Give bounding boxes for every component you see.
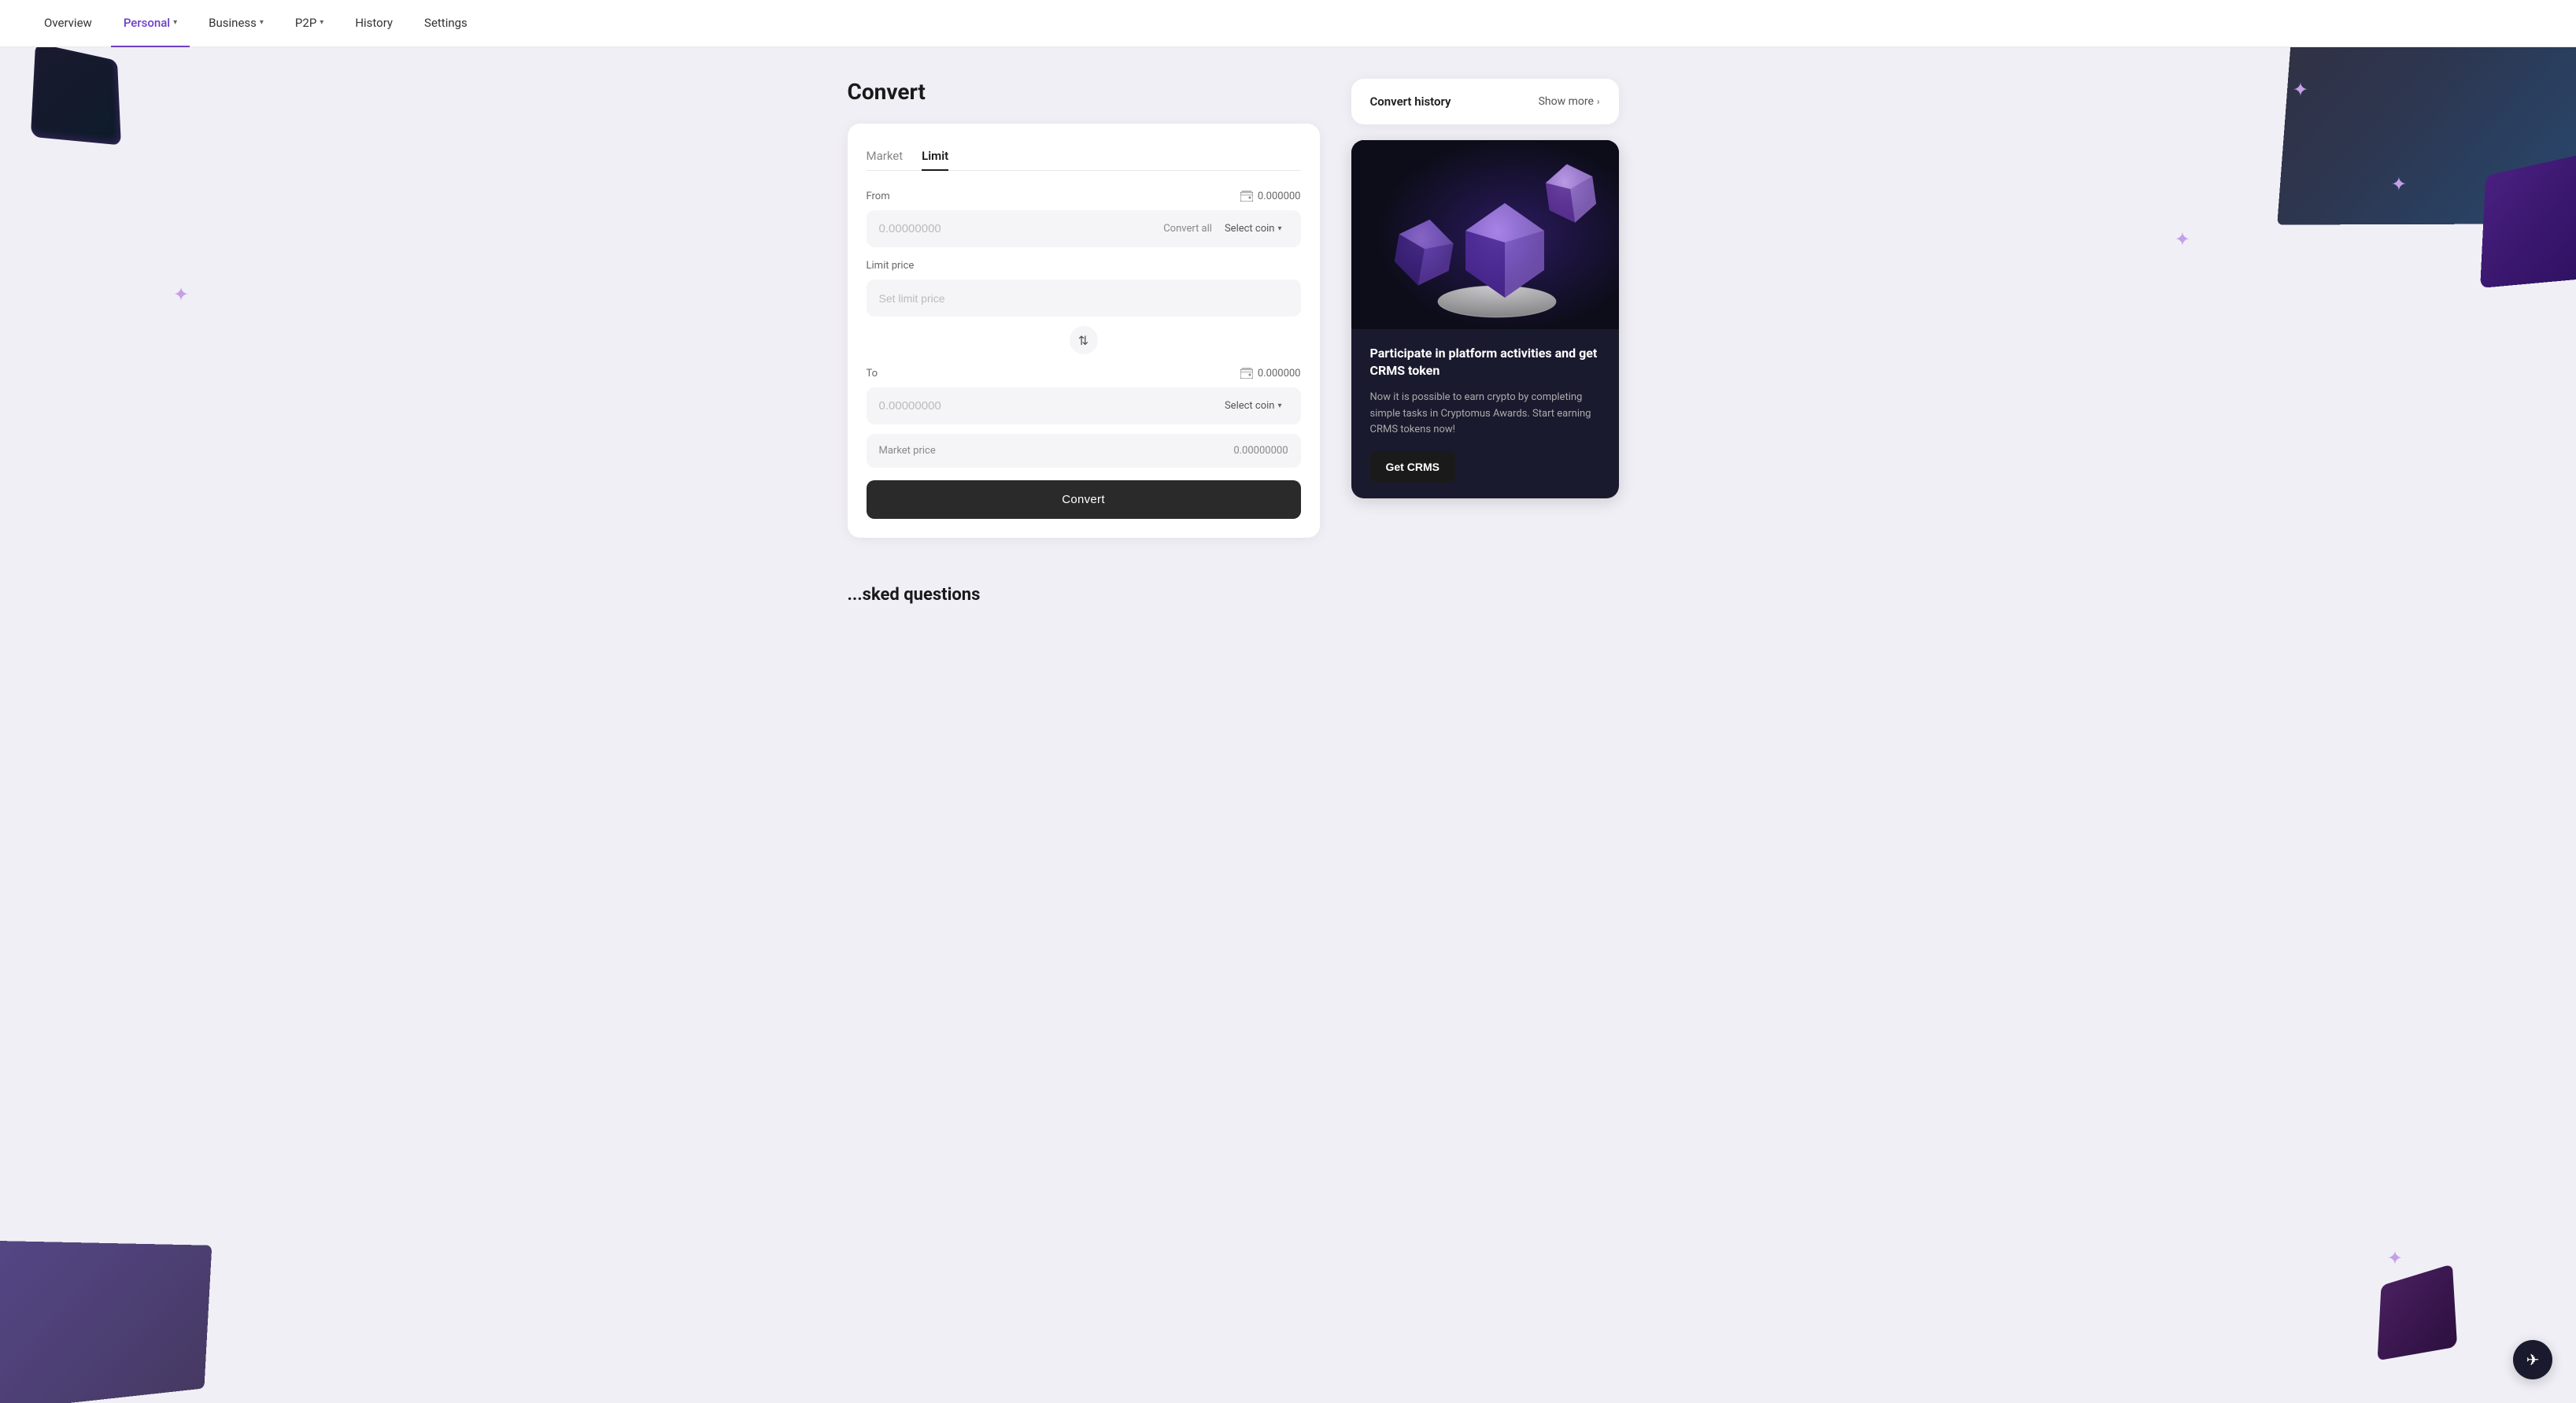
nav-item-p2p[interactable]: P2P ▾ — [283, 0, 336, 47]
from-balance-info: 0.000000 — [1240, 190, 1301, 202]
cube-bottom-right — [2378, 1264, 2458, 1360]
from-select-coin-chevron: ▾ — [1277, 224, 1281, 233]
convert-history-card: Convert history Show more › — [1351, 79, 1619, 124]
tabs: Market Limit — [867, 143, 1301, 171]
nav-item-settings[interactable]: Settings — [412, 0, 480, 47]
faq-title: ...sked questions — [848, 585, 1729, 605]
limit-input-row — [867, 279, 1301, 317]
from-label-row: From 0.000000 — [867, 190, 1301, 202]
telegram-icon: ✈ — [2526, 1350, 2540, 1369]
sparkle-2: ✦ — [2175, 228, 2190, 250]
from-wallet-icon — [1240, 190, 1253, 202]
sparkle-3: ✦ — [173, 283, 189, 305]
business-dropdown-arrow: ▾ — [260, 18, 264, 27]
tab-market[interactable]: Market — [867, 143, 904, 171]
market-price-label: Market price — [879, 445, 936, 457]
promo-description: Now it is possible to earn crypto by com… — [1370, 390, 1600, 439]
to-select-coin-button[interactable]: Select coin ▾ — [1218, 397, 1288, 415]
sparkle-1: ✦ — [2293, 79, 2308, 101]
nav-item-history[interactable]: History — [342, 0, 405, 47]
cube-right-large — [2480, 151, 2576, 287]
convert-button[interactable]: Convert — [867, 480, 1301, 519]
cube-top-left — [31, 43, 121, 145]
faq-section: ...sked questions — [816, 569, 1761, 620]
from-balance-value: 0.000000 — [1258, 191, 1301, 202]
market-price-row: Market price 0.00000000 — [867, 434, 1301, 468]
promo-title: Participate in platform activities and g… — [1370, 345, 1600, 380]
page-title: Convert — [848, 79, 1320, 105]
right-panel: Convert history Show more › — [1351, 79, 1619, 498]
market-price-value: 0.00000000 — [1233, 445, 1288, 457]
promo-gems-svg — [1351, 140, 1619, 329]
telegram-float-button[interactable]: ✈ — [2513, 1340, 2552, 1379]
main-container: Convert Market Limit From — [816, 47, 1761, 569]
nav-item-business[interactable]: Business ▾ — [196, 0, 276, 47]
to-section: To 0.000000 — [867, 367, 1301, 424]
nav-item-overview[interactable]: Overview — [31, 0, 105, 47]
promo-content: Participate in platform activities and g… — [1351, 329, 1619, 498]
promo-image — [1351, 140, 1619, 329]
swap-button[interactable]: ⇅ — [1070, 326, 1098, 354]
limit-price-input[interactable] — [879, 292, 1288, 305]
convert-history-title: Convert history — [1370, 94, 1451, 109]
to-select-coin-chevron: ▾ — [1277, 402, 1281, 410]
convert-all-button[interactable]: Convert all — [1163, 223, 1212, 235]
to-wallet-icon — [1240, 367, 1253, 379]
to-input-row: Select coin ▾ — [867, 387, 1301, 424]
from-input-row: Convert all Select coin ▾ — [867, 210, 1301, 247]
to-balance-value: 0.000000 — [1258, 368, 1301, 379]
limit-price-section: Limit price — [867, 260, 1301, 317]
tab-limit[interactable]: Limit — [922, 143, 948, 171]
from-label: From — [867, 191, 890, 202]
p2p-dropdown-arrow: ▾ — [320, 18, 323, 27]
show-more-button[interactable]: Show more › — [1539, 95, 1600, 108]
to-label: To — [867, 368, 878, 379]
sparkle-4: ✦ — [2387, 1247, 2403, 1269]
from-select-coin-button[interactable]: Select coin ▾ — [1218, 220, 1288, 238]
from-amount-input[interactable] — [879, 222, 1158, 235]
show-more-chevron: › — [1597, 96, 1600, 107]
swap-icon: ⇅ — [1078, 333, 1088, 348]
to-balance-info: 0.000000 — [1240, 367, 1301, 379]
limit-price-label: Limit price — [867, 260, 1301, 272]
sparkle-5: ✦ — [2391, 173, 2407, 195]
swap-section: ⇅ — [867, 317, 1301, 364]
get-crms-button[interactable]: Get CRMS — [1370, 451, 1455, 483]
convert-card: Market Limit From — [848, 124, 1320, 538]
navigation: Overview Personal ▾ Business ▾ P2P ▾ His… — [0, 0, 2576, 47]
nav-item-personal[interactable]: Personal ▾ — [111, 0, 190, 47]
to-label-row: To 0.000000 — [867, 367, 1301, 379]
personal-dropdown-arrow: ▾ — [173, 18, 177, 27]
left-panel: Convert Market Limit From — [848, 79, 1320, 538]
cube-bottom-left — [0, 1241, 212, 1403]
promo-card: Participate in platform activities and g… — [1351, 140, 1619, 498]
to-amount-input[interactable] — [879, 399, 1212, 413]
